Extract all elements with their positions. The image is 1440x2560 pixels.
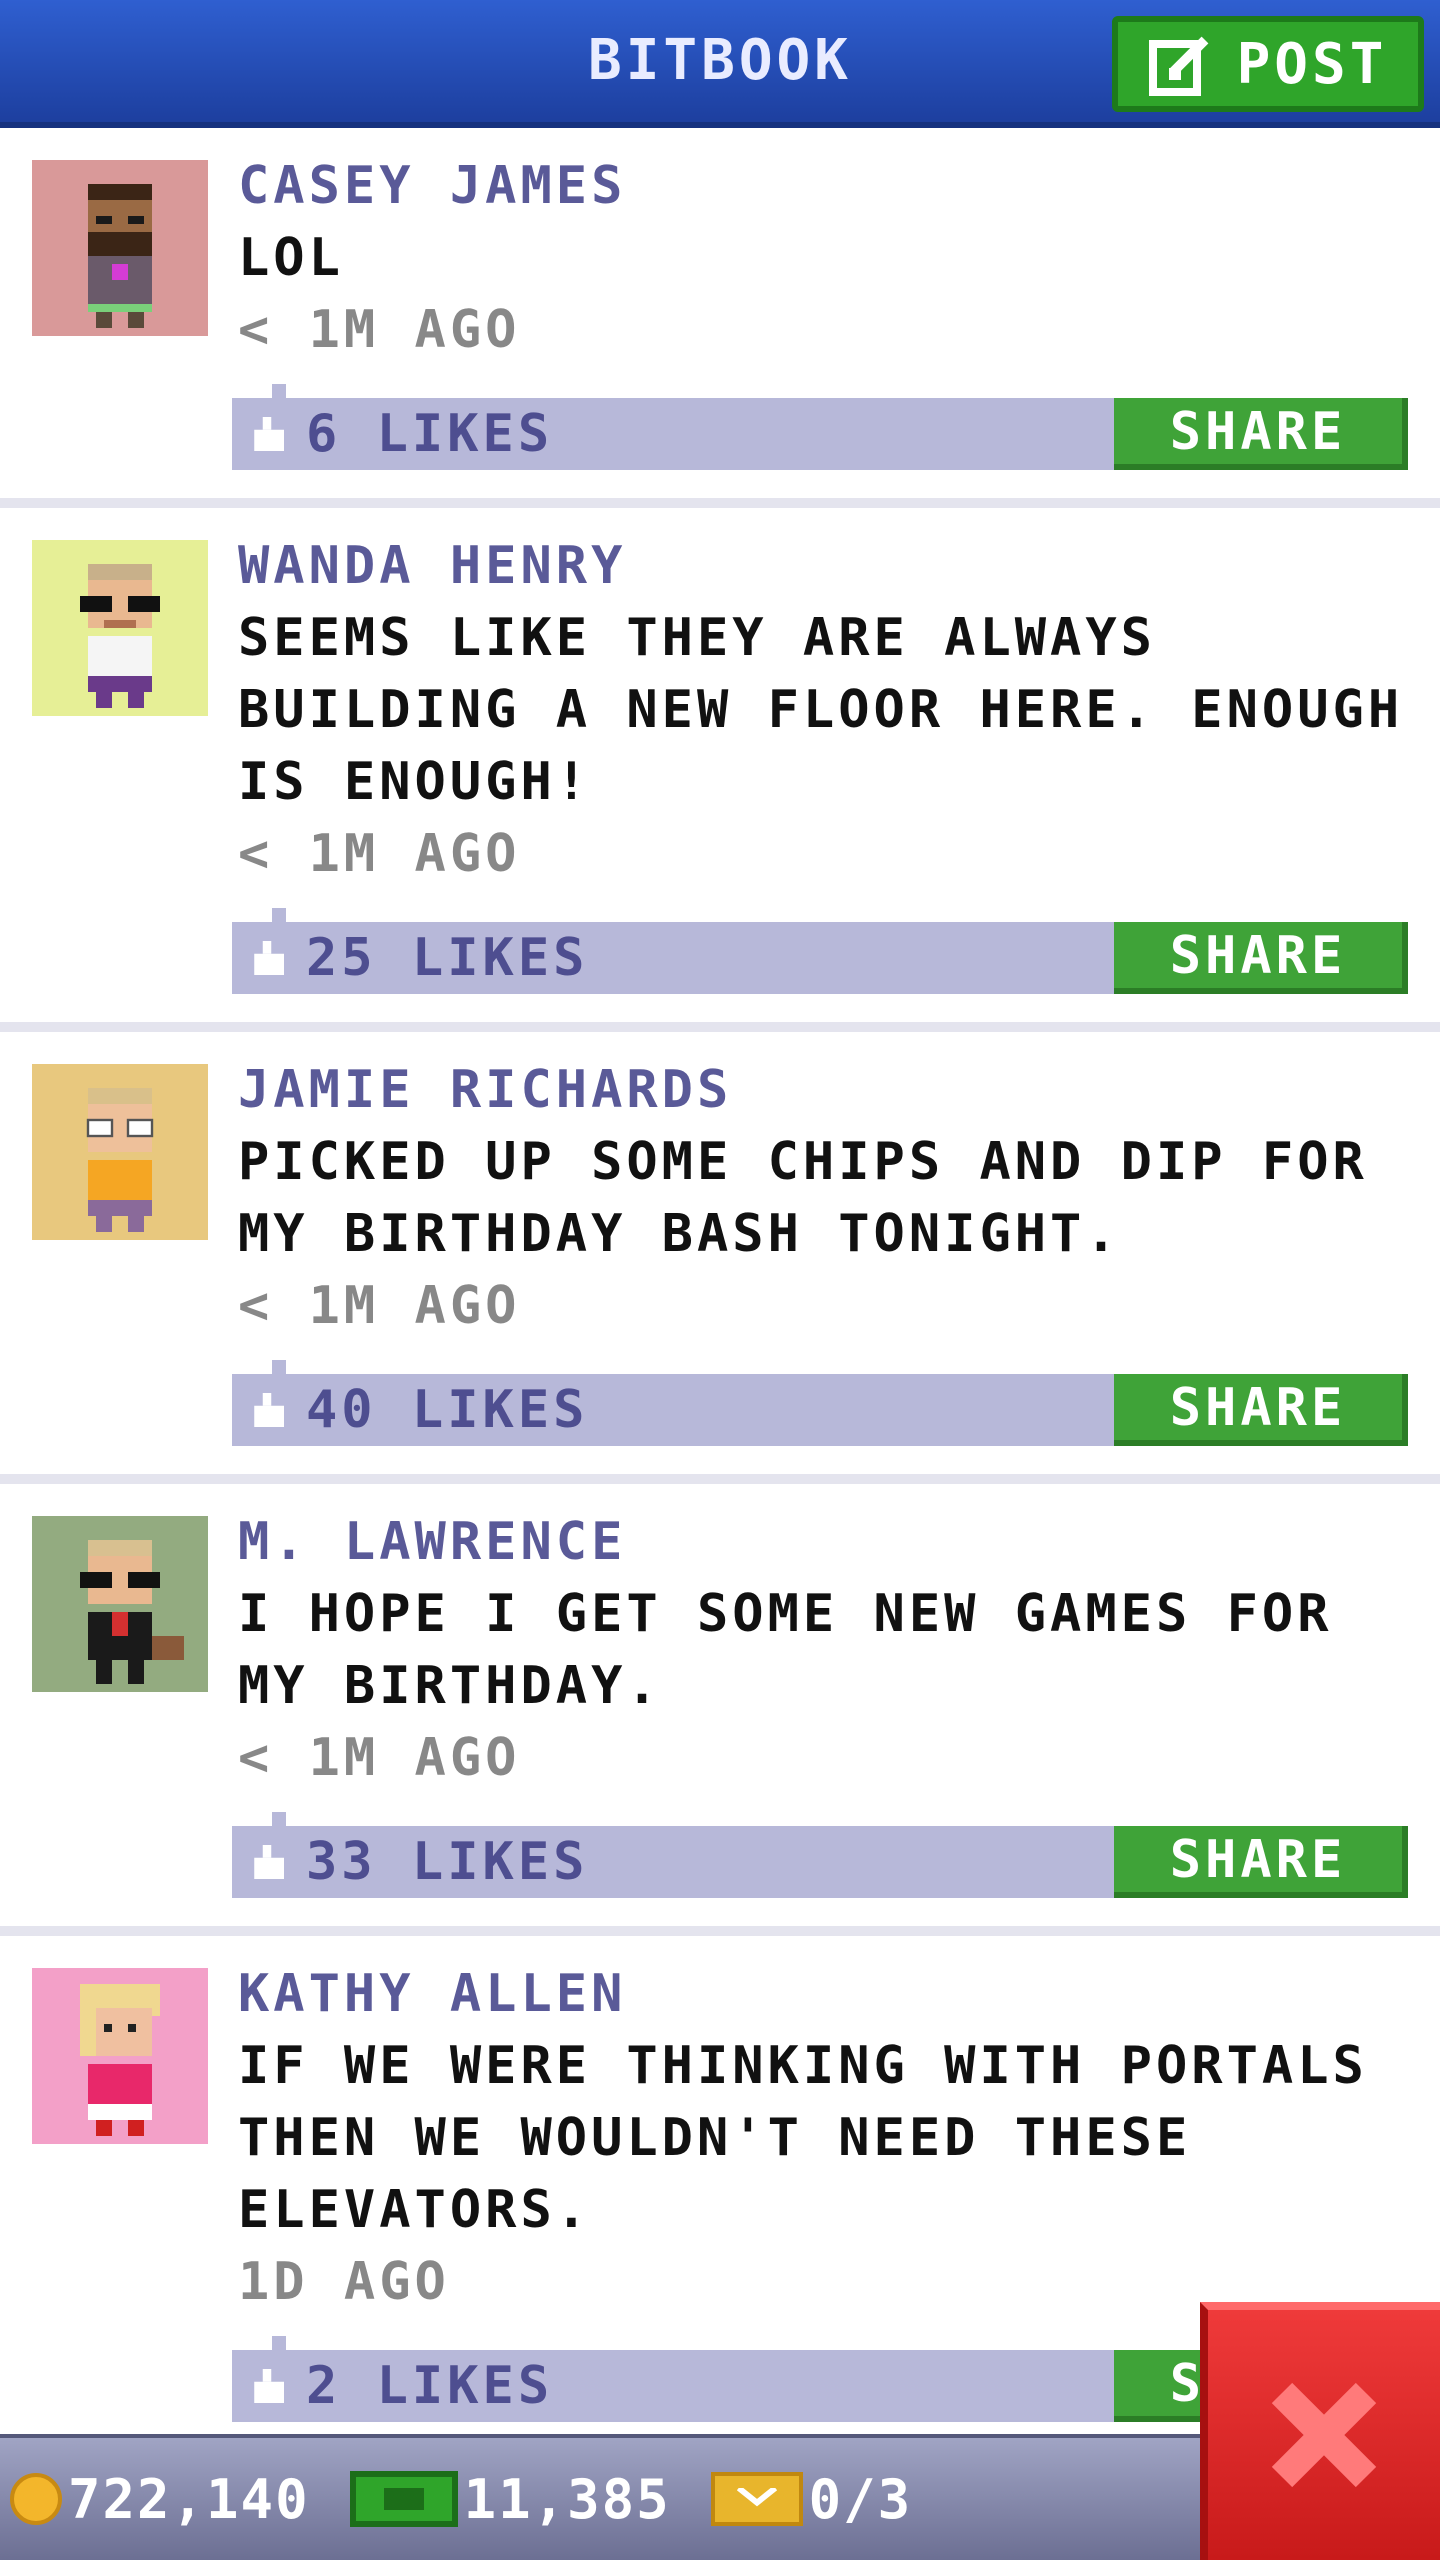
post-text: IF WE WERE THINKING WITH PORTALS THEN WE… xyxy=(238,2036,1368,2240)
feed-post: JAMIE RICHARDS PICKED UP SOME CHIPS AND … xyxy=(0,1032,1440,1484)
post-timestamp: < 1M AGO xyxy=(238,1728,521,1788)
app-header: BITBOOK POST xyxy=(0,0,1440,128)
likes-count: 33 LIKES xyxy=(306,1832,589,1892)
bux-stat: 11,385 xyxy=(349,2467,671,2531)
avatar xyxy=(32,160,208,336)
compose-icon xyxy=(1148,36,1208,96)
like-button[interactable]: 6 LIKES xyxy=(250,398,553,470)
bearded-man-avatar-icon xyxy=(32,160,208,336)
post-actions-bar: 40 LIKES SHARE xyxy=(232,1360,1408,1446)
post-button[interactable]: POST xyxy=(1112,16,1424,112)
post-author[interactable]: M. LAWRENCE xyxy=(238,1506,1418,1578)
post-actions-bar: 6 LIKES SHARE xyxy=(232,384,1408,470)
post-author[interactable]: KATHY ALLEN xyxy=(238,1958,1418,2030)
coin-icon xyxy=(10,2473,62,2525)
post-author[interactable]: WANDA HENRY xyxy=(238,530,1418,602)
avatar xyxy=(32,1968,208,2144)
post-timestamp: < 1M AGO xyxy=(238,824,521,884)
feed-post: WANDA HENRY SEEMS LIKE THEY ARE ALWAYS B… xyxy=(0,508,1440,1032)
share-button[interactable]: SHARE xyxy=(1114,1374,1408,1446)
post-text: SEEMS LIKE THEY ARE ALWAYS BUILDING A NE… xyxy=(238,608,1404,812)
post-author[interactable]: CASEY JAMES xyxy=(238,150,1418,222)
ticket-icon xyxy=(710,2472,803,2526)
coins-value: 722,140 xyxy=(68,2467,310,2531)
coins-stat: 722,140 xyxy=(10,2468,310,2531)
likes-count: 2 LIKES xyxy=(306,2356,554,2416)
post-text: PICKED UP SOME CHIPS AND DIP FOR MY BIRT… xyxy=(238,1132,1368,1264)
thumbs-up-icon xyxy=(254,2369,284,2403)
blonde-woman-avatar-icon xyxy=(32,1968,208,2144)
tickets-stat: 0/3 xyxy=(710,2467,913,2531)
bux-value: 11,385 xyxy=(463,2467,671,2531)
avatar xyxy=(32,540,208,716)
sunglasses-woman-avatar-icon xyxy=(32,540,208,716)
thumbs-up-icon xyxy=(254,417,284,451)
like-button[interactable]: 33 LIKES xyxy=(250,1826,588,1898)
post-timestamp: < 1M AGO xyxy=(238,1276,521,1336)
bux-icon xyxy=(349,2471,458,2527)
feed-post: CASEY JAMES LOL < 1M AGO 6 LIKES SHARE xyxy=(0,128,1440,508)
post-timestamp: < 1M AGO xyxy=(238,300,521,360)
post-text: I HOPE I GET SOME NEW GAMES FOR MY BIRTH… xyxy=(238,1584,1333,1716)
like-button[interactable]: 25 LIKES xyxy=(250,922,588,994)
avatar xyxy=(32,1516,208,1692)
likes-count: 6 LIKES xyxy=(306,404,554,464)
close-icon xyxy=(1271,2382,1377,2488)
close-button[interactable] xyxy=(1200,2302,1440,2560)
thumbs-up-icon xyxy=(254,941,284,975)
post-actions-bar: 25 LIKES SHARE xyxy=(232,908,1408,994)
like-button[interactable]: 40 LIKES xyxy=(250,1374,588,1446)
tickets-value: 0/3 xyxy=(808,2467,913,2531)
share-button[interactable]: SHARE xyxy=(1114,1826,1408,1898)
post-button-label: POST xyxy=(1236,31,1388,97)
glasses-person-avatar-icon xyxy=(32,1064,208,1240)
thumbs-up-icon xyxy=(254,1393,284,1427)
like-button[interactable]: 2 LIKES xyxy=(250,2350,553,2422)
avatar xyxy=(32,1064,208,1240)
post-feed: CASEY JAMES LOL < 1M AGO 6 LIKES SHARE W… xyxy=(0,128,1440,2460)
post-author[interactable]: JAMIE RICHARDS xyxy=(238,1054,1418,1126)
likes-count: 25 LIKES xyxy=(306,928,589,988)
share-button[interactable]: SHARE xyxy=(1114,922,1408,994)
post-text: LOL xyxy=(238,228,344,288)
businessman-avatar-icon xyxy=(32,1516,208,1692)
share-button[interactable]: SHARE xyxy=(1114,398,1408,470)
thumbs-up-icon xyxy=(254,1845,284,1879)
post-actions-bar: 33 LIKES SHARE xyxy=(232,1812,1408,1898)
likes-count: 40 LIKES xyxy=(306,1380,589,1440)
feed-post: M. LAWRENCE I HOPE I GET SOME NEW GAMES … xyxy=(0,1484,1440,1936)
